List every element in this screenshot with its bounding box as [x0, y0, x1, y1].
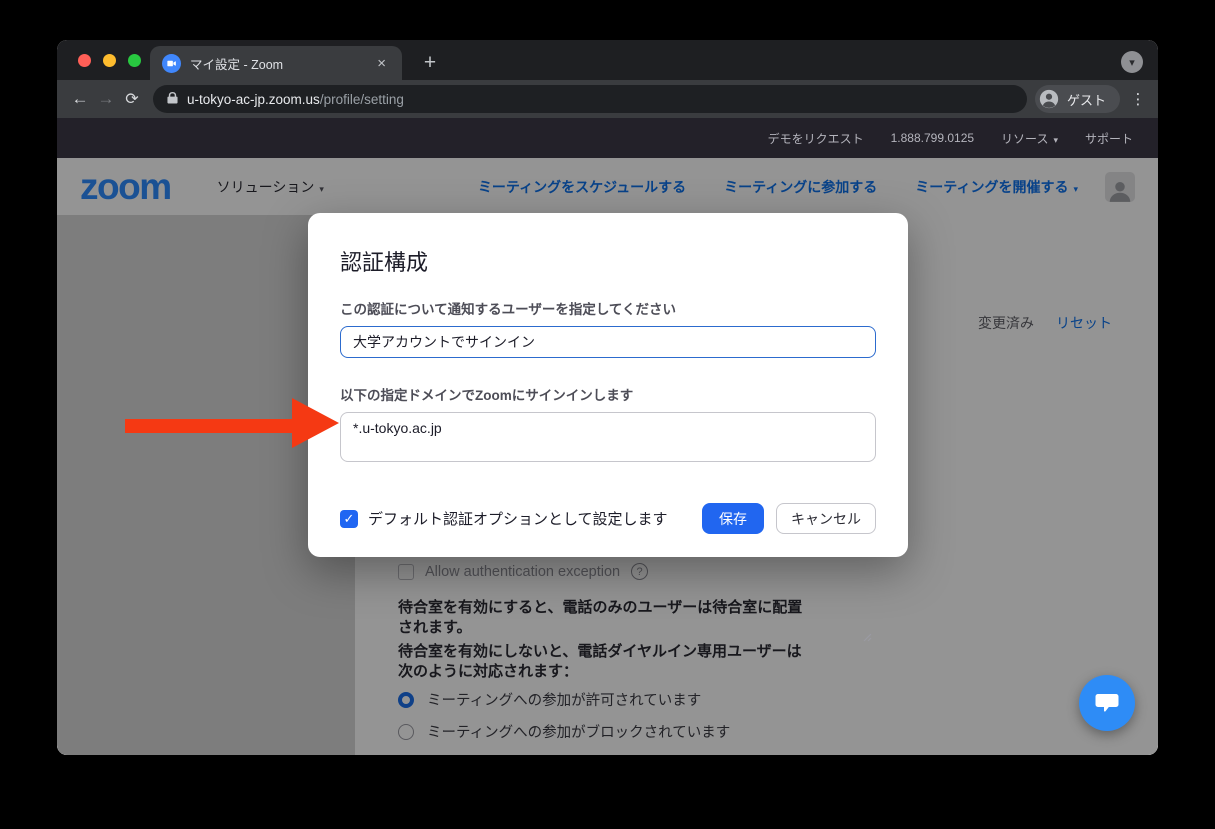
domain-textarea[interactable]: *.u-tokyo.ac.jp	[340, 412, 876, 462]
chevron-down-icon: ▾	[1053, 135, 1058, 145]
address-bar[interactable]: u-tokyo-ac-jp.zoom.us/profile/setting	[153, 85, 1027, 113]
default-auth-label: デフォルト認証オプションとして設定します	[368, 508, 668, 529]
browser-tab[interactable]: マイ設定 - Zoom ×	[150, 46, 402, 80]
lock-icon	[167, 91, 178, 107]
browser-menu-icon[interactable]: ⋮	[1128, 90, 1148, 108]
check-icon: ✓	[344, 511, 355, 527]
new-tab-button[interactable]: +	[417, 52, 443, 73]
zoom-favicon-icon	[162, 54, 181, 73]
forward-icon[interactable]: →	[93, 89, 119, 109]
dialog-footer: ✓ デフォルト認証オプションとして設定します 保存 キャンセル	[340, 503, 876, 534]
cancel-button[interactable]: キャンセル	[776, 503, 876, 534]
profile-name: ゲスト	[1067, 90, 1106, 109]
topbar-support-link[interactable]: サポート	[1085, 130, 1133, 147]
topbar-request-demo-link[interactable]: デモをリクエスト	[768, 130, 864, 147]
reload-icon[interactable]: ⟳	[119, 89, 145, 109]
topbar-resources-menu[interactable]: リソース▾	[1001, 130, 1058, 147]
chat-bubble-icon	[1094, 691, 1120, 715]
person-icon	[1038, 88, 1060, 110]
dialog-title: 認証構成	[340, 245, 876, 277]
window-minimize-button[interactable]	[103, 54, 116, 67]
tab-title: マイ設定 - Zoom	[190, 54, 373, 73]
browser-toolbar: ← → ⟳ u-tokyo-ac-jp.zoom.us/profile/sett…	[57, 80, 1158, 118]
default-auth-checkbox[interactable]: ✓	[340, 510, 358, 528]
sign-in-domain-label: 以下の指定ドメインでZoomにサインインします	[340, 384, 876, 404]
url-path: /profile/setting	[320, 92, 404, 107]
tab-close-icon[interactable]: ×	[373, 54, 390, 73]
browser-profile-button[interactable]: ゲスト	[1035, 85, 1120, 113]
chevron-down-icon: ▾	[1129, 56, 1135, 69]
window-controls	[78, 54, 141, 67]
auth-name-input[interactable]	[340, 326, 876, 358]
tab-strip: マイ設定 - Zoom × + ▾	[57, 40, 1158, 80]
window-close-button[interactable]	[78, 54, 91, 67]
zoom-topbar: デモをリクエスト 1.888.799.0125 リソース▾ サポート	[57, 118, 1158, 158]
tab-search-button[interactable]: ▾	[1121, 51, 1143, 73]
url-host: u-tokyo-ac-jp.zoom.us	[187, 92, 320, 107]
resize-grip-icon[interactable]	[863, 633, 872, 642]
save-button[interactable]: 保存	[702, 503, 764, 534]
back-icon[interactable]: ←	[67, 89, 93, 109]
browser-window: マイ設定 - Zoom × + ▾ ← → ⟳ u-tokyo-ac-jp.zo…	[57, 40, 1158, 755]
authentication-config-dialog: 認証構成 この認証について通知するユーザーを指定してください 以下の指定ドメイン…	[308, 213, 908, 557]
notify-users-label: この認証について通知するユーザーを指定してください	[340, 298, 876, 318]
window-zoom-button[interactable]	[128, 54, 141, 67]
topbar-phone-number[interactable]: 1.888.799.0125	[891, 131, 974, 145]
chat-widget-button[interactable]	[1079, 675, 1135, 731]
